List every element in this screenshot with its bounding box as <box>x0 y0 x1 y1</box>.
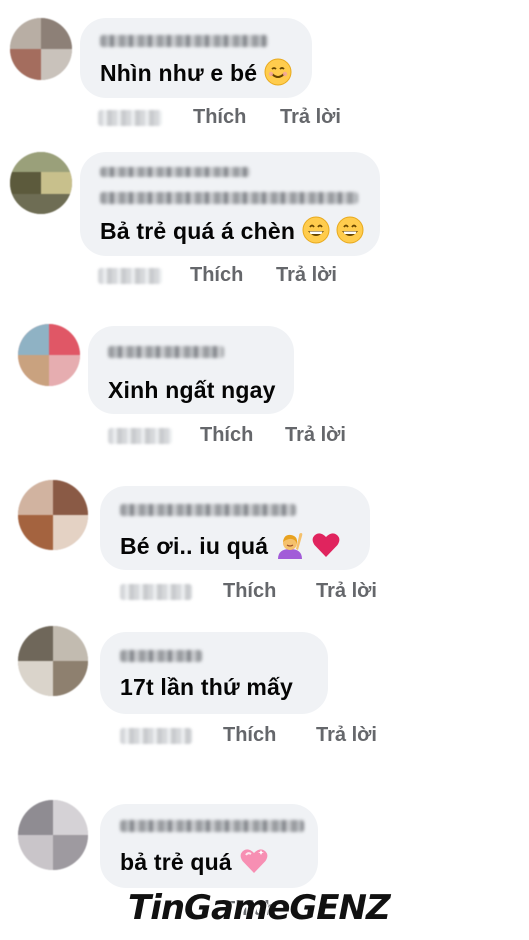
smiling-face-emoji <box>264 58 292 92</box>
comment-timestamp[interactable] <box>98 268 162 284</box>
comment-text: Xinh ngất ngay <box>108 377 276 403</box>
blurred-username[interactable] <box>100 192 358 204</box>
person-raising-hand-emoji <box>275 530 305 566</box>
pink-heart-emoji <box>239 846 269 882</box>
blurred-username[interactable] <box>120 820 304 832</box>
comment-timestamp[interactable] <box>120 584 192 600</box>
comment-bubble: Xinh ngất ngay <box>88 326 294 414</box>
comment-timestamp[interactable] <box>98 110 162 126</box>
comment-bubble: Bé ơi.. iu quá <box>100 486 370 570</box>
like-button[interactable]: Thích <box>223 724 276 747</box>
comment-text: bả trẻ quá <box>120 846 269 882</box>
like-button[interactable]: Thích <box>193 106 246 129</box>
red-heart-emoji <box>311 530 341 566</box>
reply-button[interactable]: Trả lời <box>280 106 341 129</box>
comment-bubble: Nhìn như e bé <box>80 18 312 98</box>
avatar[interactable] <box>18 626 88 696</box>
avatar[interactable] <box>10 152 72 214</box>
comment-text: Bả trẻ quá á chèn <box>100 216 364 250</box>
like-button[interactable]: Thích <box>190 264 243 287</box>
blurred-username[interactable] <box>120 504 296 516</box>
watermark-text: TinGameGENZ <box>128 888 391 928</box>
avatar[interactable] <box>10 18 72 80</box>
blurred-username[interactable] <box>120 650 202 662</box>
grinning-face-emoji <box>302 216 330 250</box>
avatar[interactable] <box>18 800 88 870</box>
blurred-username[interactable] <box>108 346 224 358</box>
comment-bubble: bả trẻ quá <box>100 804 318 888</box>
comment-bubble: 17t lần thứ mấy <box>100 632 328 714</box>
reply-button[interactable]: Trả lời <box>285 424 346 447</box>
blurred-username[interactable] <box>100 35 268 47</box>
comment-text: Bé ơi.. iu quá <box>120 530 341 566</box>
comment-timestamp[interactable] <box>120 728 192 744</box>
reply-button[interactable]: Trả lời <box>276 264 337 287</box>
comment-bubble: Bả trẻ quá á chèn <box>80 152 380 256</box>
comment-timestamp[interactable] <box>108 428 172 444</box>
like-button[interactable]: Thích <box>223 580 276 603</box>
like-button[interactable]: Thích <box>200 424 253 447</box>
comment-text: Nhìn như e bé <box>100 58 292 92</box>
reply-button[interactable]: Trả lời <box>316 580 377 603</box>
grinning-face-emoji <box>336 216 364 250</box>
avatar[interactable] <box>18 324 80 386</box>
avatar[interactable] <box>18 480 88 550</box>
reply-button[interactable]: Trả lời <box>316 724 377 747</box>
watermark-logo: TinGameGENZ <box>128 888 391 936</box>
comment-text: 17t lần thứ mấy <box>120 674 294 700</box>
blurred-username[interactable] <box>100 167 250 177</box>
